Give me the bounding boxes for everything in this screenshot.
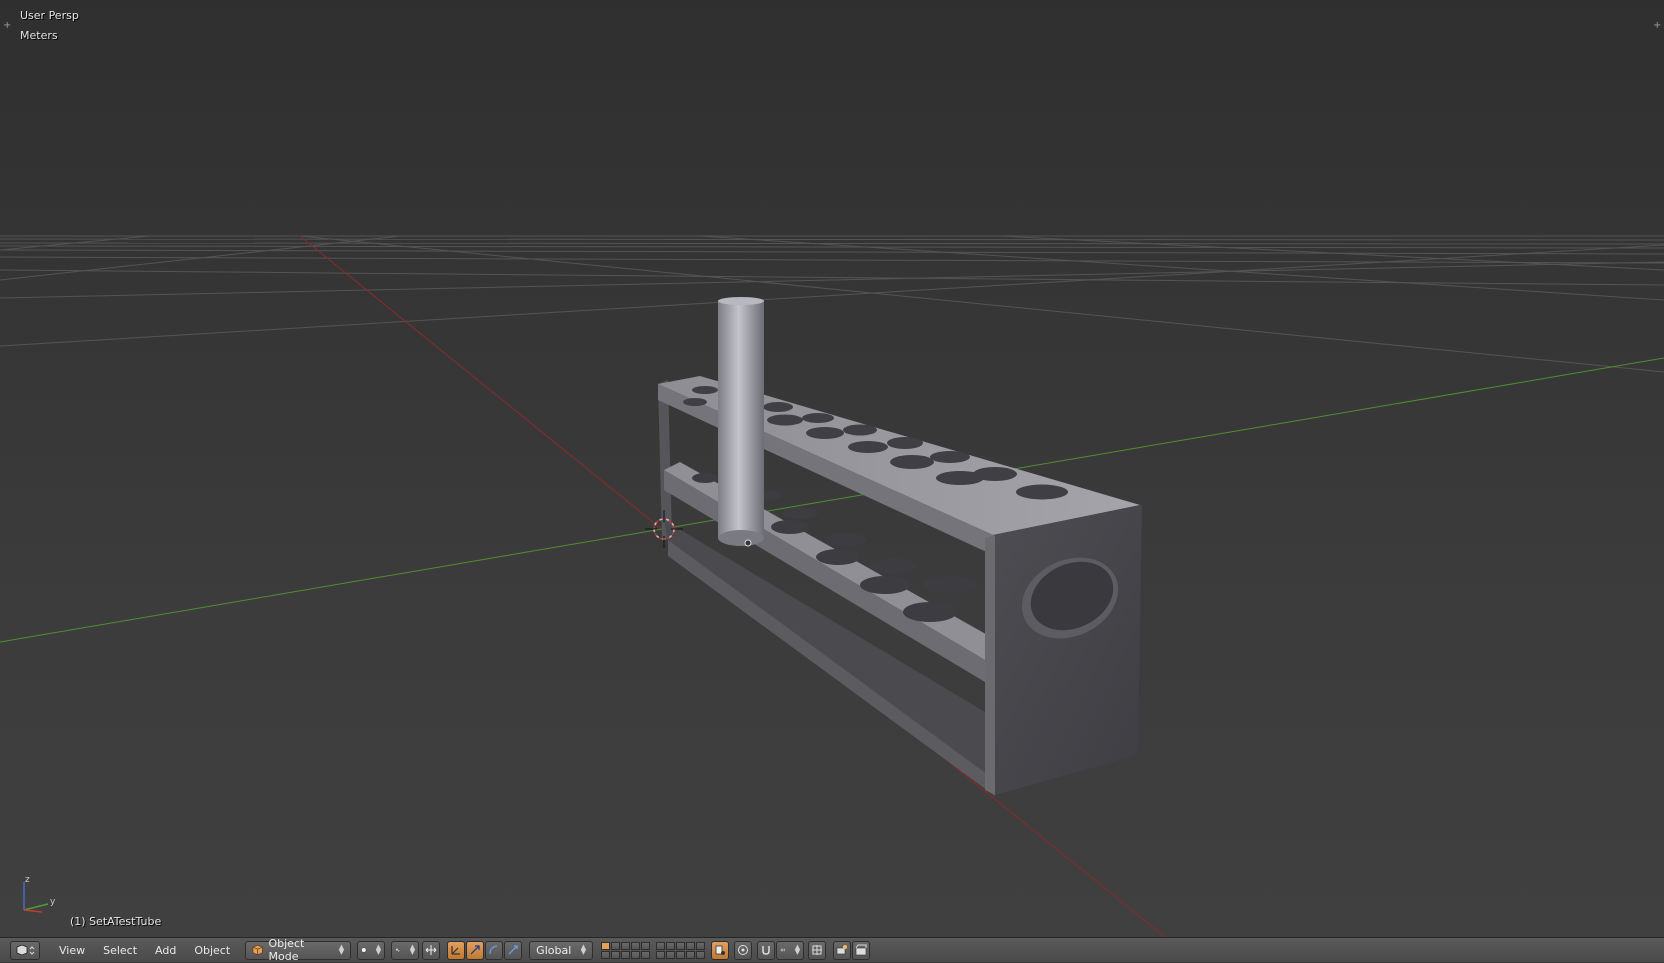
corner-split-icon[interactable]: + [1653, 20, 1661, 31]
layer-button[interactable] [686, 950, 696, 959]
y-axis-line [0, 357, 1664, 643]
layer-button[interactable] [656, 941, 666, 950]
cube-icon [252, 944, 263, 956]
layer-button[interactable] [601, 950, 611, 959]
layer-button[interactable] [621, 950, 631, 959]
view-perspective-label: User Persp [20, 9, 79, 22]
active-object-label: (1) SetATestTube [70, 915, 162, 928]
proportional-edit-button[interactable] [422, 940, 441, 960]
pivot-point-icon [395, 948, 401, 953]
layer-button[interactable] [656, 950, 666, 959]
menu-select[interactable]: Select [94, 944, 146, 957]
render-animation-button[interactable] [852, 940, 871, 960]
manipulator-toggle-button[interactable] [447, 940, 466, 960]
lock-layers-button[interactable] [711, 940, 730, 960]
manipulator-toggle-icon [451, 946, 461, 955]
layer-button[interactable] [696, 950, 706, 959]
snap-element-dropdown[interactable]: ▲ ▼ [776, 940, 805, 960]
transform-orientation-label: Global [536, 943, 572, 957]
dropdown-arrows-icon: ▲ ▼ [580, 943, 587, 956]
3d-view-icon [16, 944, 35, 956]
editor-type-button[interactable] [10, 940, 40, 960]
magnet-icon [762, 946, 770, 955]
object-origin [744, 539, 752, 547]
axis-z-label: z [25, 876, 30, 885]
scene-canvas[interactable] [0, 0, 1664, 937]
scale-manipulator-button[interactable] [504, 940, 523, 960]
layer-button[interactable] [631, 941, 641, 950]
menu-view[interactable]: View [50, 944, 94, 957]
snap-target-icon [812, 945, 823, 955]
dropdown-arrows-icon: ▲ ▼ [375, 943, 382, 956]
layer-button[interactable] [641, 941, 651, 950]
clapperboard-icon [855, 944, 867, 956]
floor-grid [0, 235, 1664, 373]
dropdown-arrows-icon: ▲ ▼ [338, 943, 345, 956]
layer-lock-icon [715, 945, 726, 955]
rotate-arc-icon [489, 945, 498, 955]
layer-buttons-group-1[interactable] [601, 941, 651, 959]
proportional-edit-icon [738, 945, 749, 955]
axis-y-label: y [50, 897, 56, 907]
corner-split-icon[interactable]: + [3, 20, 11, 31]
3d-viewport[interactable]: User Persp Meters (1) SetATestTube + + z… [0, 0, 1664, 937]
layer-button[interactable] [676, 950, 686, 959]
test-tube-rack[interactable] [658, 297, 1142, 796]
manipulator-toggle-icon [425, 945, 437, 955]
viewport-shading-dropdown[interactable]: ▲ ▼ [357, 940, 386, 960]
camera-icon [836, 945, 848, 955]
units-label: Meters [20, 29, 58, 42]
layer-buttons-group-2[interactable] [656, 941, 706, 959]
rotate-manipulator-button[interactable] [485, 940, 504, 960]
layer-button[interactable] [641, 950, 651, 959]
dropdown-arrows-icon: ▲ ▼ [409, 943, 416, 956]
layer-button[interactable] [611, 941, 621, 950]
layer-button[interactable] [611, 950, 621, 959]
menu-add[interactable]: Add [146, 944, 185, 957]
layer-button[interactable] [631, 950, 641, 959]
layer-button[interactable] [696, 941, 706, 950]
translate-manipulator-button[interactable] [466, 940, 485, 960]
snap-target-button[interactable] [808, 940, 827, 960]
solid-sphere-icon [361, 947, 367, 953]
mode-label: Object Mode [268, 937, 305, 963]
mode-dropdown[interactable]: Object Mode ▲ ▼ [245, 937, 352, 963]
axis-gizmo-icon: z y [23, 876, 56, 913]
layer-button[interactable] [666, 950, 676, 959]
snap-toggle-button[interactable] [757, 940, 776, 960]
viewport-header-toolbar: View Select Add Object Object Mode ▲ ▼ ▲ ▼… [0, 937, 1664, 963]
proportional-editing-button[interactable] [734, 940, 753, 960]
translate-arrow-icon [470, 945, 480, 955]
menu-object[interactable]: Object [185, 944, 239, 957]
scale-arrow-icon [508, 945, 518, 955]
pivot-point-dropdown[interactable]: ▲ ▼ [391, 940, 420, 960]
test-tube[interactable] [718, 297, 764, 546]
layer-button[interactable] [676, 941, 686, 950]
layer-button[interactable] [666, 941, 676, 950]
transform-orientation-dropdown[interactable]: Global ▲ ▼ [529, 940, 594, 960]
layer-button[interactable] [621, 941, 631, 950]
render-opengl-button[interactable] [833, 940, 852, 960]
layer-button[interactable] [601, 941, 611, 950]
dropdown-arrows-icon: ▲ ▼ [794, 943, 801, 956]
snap-increment-icon [780, 948, 786, 952]
layer-button[interactable] [686, 941, 696, 950]
